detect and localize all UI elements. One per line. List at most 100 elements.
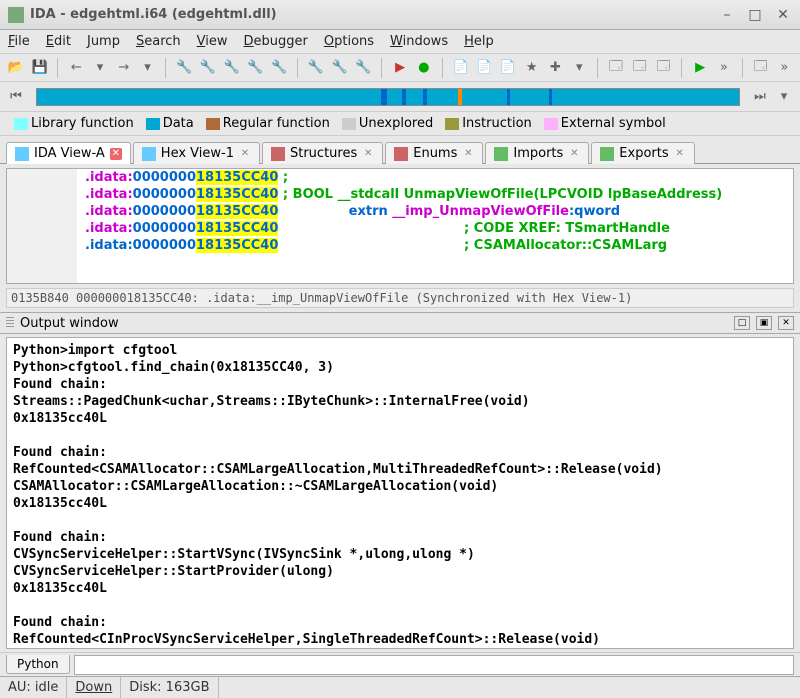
- toolbar-icon[interactable]: 🔧: [246, 58, 266, 78]
- tab-close-icon[interactable]: ✕: [110, 148, 122, 160]
- output-window[interactable]: Python>import cfgtool Python>cfgtool.fin…: [6, 337, 794, 649]
- symbol-name: __imp_UnmapViewOfFile: [392, 204, 569, 219]
- save-icon[interactable]: 💾: [30, 58, 50, 78]
- dock-icon[interactable]: ▣: [756, 316, 772, 330]
- back-icon[interactable]: ←: [66, 58, 86, 78]
- status-disk: Disk: 163GB: [121, 677, 218, 698]
- more-icon[interactable]: »: [714, 58, 734, 78]
- tab-close-icon[interactable]: ✕: [674, 148, 686, 160]
- toolbar-icon[interactable]: ★: [522, 58, 542, 78]
- forward-icon[interactable]: →: [114, 58, 134, 78]
- segment-label: .idata:: [85, 170, 133, 185]
- close-icon[interactable]: ✕: [778, 316, 794, 330]
- nav-mark: [381, 89, 387, 105]
- output-header: Output window □ ▣ ✕: [0, 312, 800, 334]
- toolbar-icon[interactable]: 🔧: [174, 58, 194, 78]
- toolbar-icon[interactable]: 🔧: [269, 58, 289, 78]
- nav-mark: [402, 89, 406, 105]
- disassembly-view[interactable]: .idata:000000018135CC40 ; .idata:0000000…: [6, 168, 794, 284]
- navigation-strip[interactable]: [36, 88, 740, 106]
- menubar: File Edit Jump Search View Debugger Options Win…: [0, 30, 800, 54]
- tab-close-icon[interactable]: ✕: [362, 148, 374, 160]
- tab-close-icon[interactable]: ✕: [568, 148, 580, 160]
- legend-bar: Library function Data Regular function Unex…: [0, 112, 800, 136]
- toolbar-icon[interactable]: 📄: [451, 58, 471, 78]
- nav-prev-icon[interactable]: ⏮: [6, 87, 26, 107]
- window-title: IDA - edgehtml.i64 (edgehtml.dll): [30, 7, 708, 22]
- toolbar-icon[interactable]: 🔧: [198, 58, 218, 78]
- tab-close-icon[interactable]: ✕: [462, 148, 474, 160]
- separator: [165, 58, 166, 78]
- menu-help[interactable]: Help: [464, 34, 494, 49]
- chevron-icon[interactable]: ▾: [569, 58, 589, 78]
- separator: [681, 58, 682, 78]
- toolbar-icon[interactable]: 🔧: [354, 58, 374, 78]
- addr-highlight: 18135CC40: [196, 170, 278, 185]
- tab-icon: [15, 147, 29, 161]
- nav-mark: [458, 89, 462, 105]
- output-tab-python[interactable]: Python: [6, 655, 70, 674]
- status-au: AU: idle: [0, 677, 67, 698]
- app-icon: [8, 7, 24, 23]
- status-down[interactable]: Down: [67, 677, 121, 698]
- toolbar-icon[interactable]: 📄: [474, 58, 494, 78]
- addr-prefix: 0000000: [133, 170, 196, 185]
- play-icon[interactable]: ▶: [690, 58, 710, 78]
- toolbar-icon[interactable]: 🗔: [630, 58, 650, 78]
- menu-options[interactable]: Options: [324, 34, 374, 49]
- toolbar-icon[interactable]: 📄: [498, 58, 518, 78]
- menu-jump[interactable]: Jump: [87, 34, 120, 49]
- minimize-button[interactable]: –: [718, 6, 736, 24]
- toolbar-icon[interactable]: 🔧: [330, 58, 350, 78]
- maximize-button[interactable]: □: [746, 6, 764, 24]
- navigation-bar: ⏮ ⏭ ▾: [0, 82, 800, 112]
- menu-windows[interactable]: Windows: [390, 34, 448, 49]
- legend-item: Regular function: [206, 116, 330, 131]
- toolbar-icon[interactable]: 🗔: [654, 58, 674, 78]
- tab-hex-view-1[interactable]: Hex View-1✕: [133, 142, 260, 164]
- toolbar-icon[interactable]: 🔧: [222, 58, 242, 78]
- grip-icon[interactable]: [6, 317, 14, 329]
- restore-icon[interactable]: □: [734, 316, 750, 330]
- tab-exports[interactable]: Exports✕: [591, 142, 694, 164]
- open-icon[interactable]: 📂: [6, 58, 26, 78]
- menu-edit[interactable]: Edit: [46, 34, 71, 49]
- nav-next-icon[interactable]: ⏭: [750, 87, 770, 107]
- close-button[interactable]: ✕: [774, 6, 792, 24]
- func-name: UnmapViewOfFile: [404, 187, 534, 202]
- menu-debugger[interactable]: Debugger: [244, 34, 308, 49]
- command-input[interactable]: [74, 655, 794, 675]
- toolbar-icon[interactable]: 🗔: [606, 58, 626, 78]
- chevron-icon[interactable]: ▾: [138, 58, 158, 78]
- menu-search[interactable]: Search: [136, 34, 181, 49]
- tab-structures[interactable]: Structures✕: [262, 142, 383, 164]
- disasm-status-line: 0135B840 000000018135CC40: .idata:__imp_…: [6, 288, 794, 308]
- status-bar: AU: idle Down Disk: 163GB: [0, 676, 800, 698]
- menu-file[interactable]: File: [8, 34, 30, 49]
- legend-item: Data: [146, 116, 194, 131]
- titlebar: IDA - edgehtml.i64 (edgehtml.dll) – □ ✕: [0, 0, 800, 30]
- toolbar-main: 📂 💾 ← ▾ → ▾ 🔧 🔧 🔧 🔧 🔧 🔧 🔧 🔧 ▶ ● 📄 📄 📄 ★ …: [0, 54, 800, 82]
- tab-ida-view-a[interactable]: IDA View-A✕: [6, 142, 131, 164]
- separator: [381, 58, 382, 78]
- tab-enums[interactable]: Enums✕: [385, 142, 483, 164]
- separator: [742, 58, 743, 78]
- tab-close-icon[interactable]: ✕: [239, 148, 251, 160]
- chevron-icon[interactable]: ▾: [90, 58, 110, 78]
- toolbar-icon[interactable]: ✚: [546, 58, 566, 78]
- chevron-down-icon[interactable]: ▾: [774, 87, 794, 107]
- separator: [442, 58, 443, 78]
- toolbar-icon[interactable]: 🗔: [751, 58, 771, 78]
- menu-view[interactable]: View: [197, 34, 228, 49]
- legend-item: Unexplored: [342, 116, 433, 131]
- run-circle-icon[interactable]: ●: [414, 58, 434, 78]
- more-icon[interactable]: »: [774, 58, 794, 78]
- legend-item: Library function: [14, 116, 134, 131]
- tab-imports[interactable]: Imports✕: [485, 142, 589, 164]
- breakpoint-icon[interactable]: ▶: [390, 58, 410, 78]
- toolbar-icon[interactable]: 🔧: [306, 58, 326, 78]
- tab-icon: [394, 147, 408, 161]
- nav-mark: [423, 89, 427, 105]
- nav-mark: [549, 89, 552, 105]
- view-tabs: IDA View-A✕Hex View-1✕Structures✕Enums✕I…: [0, 136, 800, 164]
